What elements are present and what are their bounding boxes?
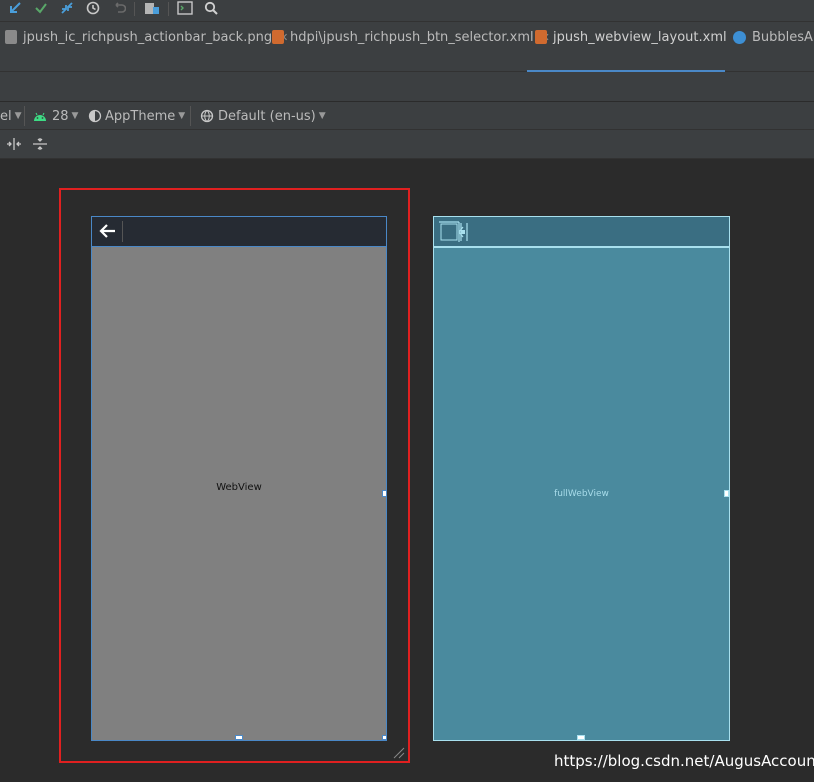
toolbar-separator (24, 106, 25, 126)
theme-label: AppTheme (105, 108, 176, 124)
action-bar (92, 217, 386, 247)
resize-grip-icon[interactable] (389, 743, 405, 759)
action-bar-divider (122, 221, 123, 242)
blueprint-preview[interactable]: fullWebView (433, 216, 730, 741)
vertical-guideline-icon[interactable] (32, 137, 48, 155)
tab-label: BubblesAn (752, 29, 814, 45)
right-resize-handle[interactable] (382, 490, 387, 497)
blueprint-toolbar-outline-icon (439, 221, 477, 243)
merge-icon[interactable] (58, 0, 76, 16)
device-label: el (0, 108, 12, 124)
device-selector[interactable]: el ▼ (0, 102, 22, 130)
android-icon (34, 112, 46, 121)
tab-png-file[interactable]: jpush_ic_richpush_actionbar_back.png ✕ (5, 26, 288, 48)
layout-file-icon (535, 30, 547, 44)
history-icon[interactable] (84, 0, 102, 16)
update-project-icon[interactable] (6, 0, 24, 16)
watermark: https://blog.csdn.net/AugusAccount (554, 752, 814, 770)
chevron-down-icon: ▼ (71, 111, 79, 121)
design-preview[interactable]: WebView (91, 216, 387, 741)
main-toolbar (0, 0, 814, 22)
alignment-toolbar (0, 130, 814, 159)
locale-label: Default (en-us) (218, 108, 316, 124)
api-level-label: 28 (52, 108, 69, 124)
project-structure-icon[interactable] (143, 0, 161, 16)
globe-icon (200, 109, 214, 123)
blueprint-bottom-handle[interactable] (577, 735, 585, 740)
chevron-down-icon: ▼ (178, 111, 186, 121)
toolbar-separator (134, 2, 135, 16)
tab-selector-xml[interactable]: hdpi\jpush_richpush_btn_selector.xml ✕ (272, 26, 550, 48)
blueprint-right-handle[interactable] (724, 490, 729, 497)
back-arrow-icon[interactable] (98, 221, 118, 241)
toolbar-separator (190, 106, 191, 126)
blueprint-action-bar (434, 217, 729, 248)
tab-layout-xml[interactable]: jpush_webview_layout.xml ✕ (535, 26, 743, 48)
tab-class-file[interactable]: BubblesAn (733, 26, 814, 48)
terminal-icon[interactable] (176, 0, 194, 16)
api-level-selector[interactable]: 28 ▼ (32, 102, 78, 130)
xml-file-icon (272, 30, 284, 44)
toolbar-separator (168, 2, 169, 16)
bottom-resize-handle[interactable] (235, 735, 243, 740)
corner-resize-handle[interactable] (382, 735, 387, 740)
tab-label: hdpi\jpush_richpush_btn_selector.xml (290, 29, 534, 45)
tab-label: jpush_webview_layout.xml (553, 29, 727, 45)
revert-icon[interactable] (110, 0, 128, 16)
chevron-down-icon: ▼ (14, 111, 22, 121)
webview-label: WebView (216, 482, 262, 493)
chevron-down-icon: ▼ (318, 111, 326, 121)
tab-label: jpush_ic_richpush_actionbar_back.png (23, 29, 273, 45)
theme-icon (88, 109, 102, 123)
class-file-icon (733, 30, 746, 44)
editor-blank-bar (0, 72, 814, 102)
locale-selector[interactable]: Default (en-us) ▼ (200, 102, 326, 130)
theme-selector[interactable]: AppTheme ▼ (88, 102, 185, 130)
search-icon[interactable] (202, 0, 220, 16)
blueprint-webview-label: fullWebView (554, 489, 609, 499)
horizontal-guideline-icon[interactable] (6, 137, 22, 155)
commit-icon[interactable] (32, 0, 50, 16)
png-file-icon (5, 30, 17, 44)
